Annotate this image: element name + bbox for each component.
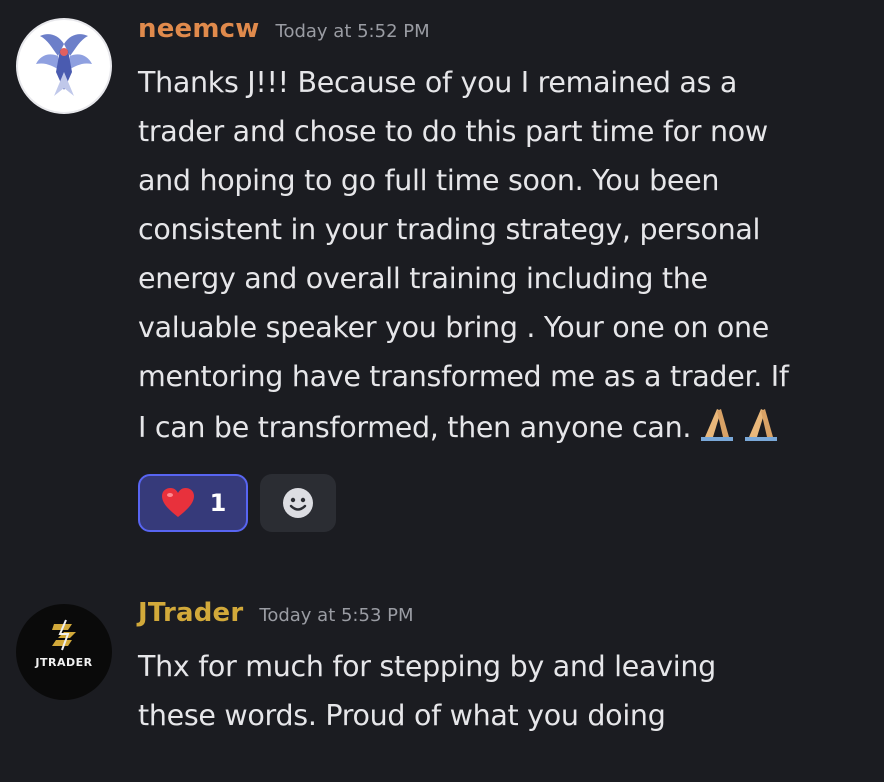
reaction-count: 1 [209,489,227,517]
message-line: these words. Proud of what you doing [138,699,666,732]
add-reaction-button[interactable] [260,474,336,532]
message-text: Thanks J!!! Because of you I remained as… [138,58,868,456]
message-line: mentoring have transformed me as a trade… [138,360,789,393]
timestamp: Today at 5:53 PM [259,605,414,626]
avatar-text: JTRADER [35,656,93,669]
timestamp: Today at 5:52 PM [275,21,430,42]
message-line: consistent in your trading strategy, per… [138,213,761,246]
username[interactable]: neemcw [138,14,260,44]
message-line: Thanks J!!! Because of you I remained as… [138,66,738,99]
smiley-icon [283,488,313,518]
message-header: JTrader Today at 5:53 PM [138,598,868,642]
message-line: and hoping to go full time soon. You bee… [138,164,720,197]
chat-window: neemcw Today at 5:52 PM Thanks J!!! Beca… [0,0,884,782]
reactions-bar: 1 [138,474,336,532]
message-line: Thx for much for stepping by and leaving [138,650,716,683]
avatar[interactable] [16,18,112,114]
jtrader-logo-icon [52,619,76,651]
avatar[interactable]: JTRADER [16,604,112,700]
winged-emblem-icon [36,34,92,96]
username[interactable]: JTrader [138,598,243,628]
praying-hands-icon [697,401,781,456]
message-header: neemcw Today at 5:52 PM [138,14,868,58]
heart-icon [161,488,194,517]
message-line-last: I can be transformed, then anyone can. [138,401,868,456]
message-line: energy and overall training including th… [138,262,708,295]
message-line: I can be transformed, then anyone can. [138,411,692,444]
message-line: valuable speaker you bring . Your one on… [138,311,769,344]
message-content: neemcw Today at 5:52 PM Thanks J!!! Beca… [138,14,868,456]
message-line: trader and chose to do this part time fo… [138,115,768,148]
message-content: JTrader Today at 5:53 PM Thx for much fo… [138,598,868,740]
heart-reaction-button[interactable]: 1 [138,474,248,532]
message-text: Thx for much for stepping by and leaving… [138,642,868,740]
